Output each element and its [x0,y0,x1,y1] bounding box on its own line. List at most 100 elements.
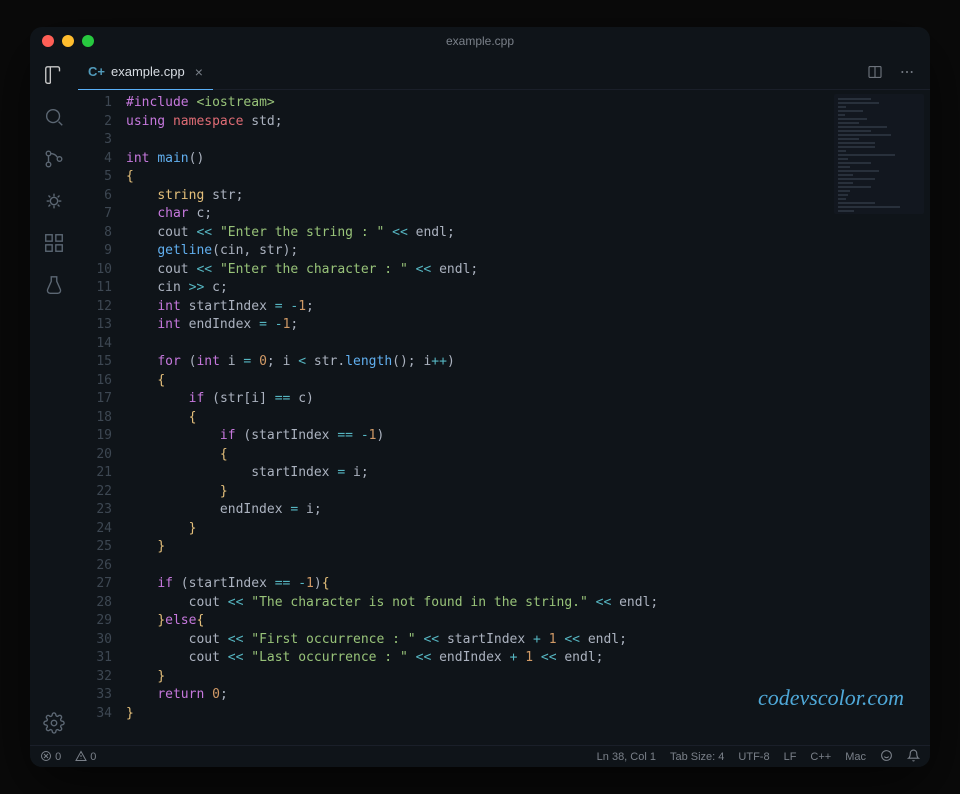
code-area[interactable]: 1234567891011121314151617181920212223242… [78,90,930,745]
titlebar: example.cpp [30,27,930,55]
line-number: 33 [78,686,112,705]
line-number: 24 [78,520,112,539]
line-number: 20 [78,446,112,465]
code-line[interactable]: { [126,372,930,391]
code-line[interactable] [126,557,930,576]
code-line[interactable]: char c; [126,205,930,224]
code-line[interactable]: { [126,446,930,465]
explorer-icon[interactable] [42,63,66,87]
code-line[interactable]: cout << "Enter the string : " << endl; [126,224,930,243]
code-line[interactable]: #include <iostream> [126,94,930,113]
search-icon[interactable] [42,105,66,129]
line-number: 3 [78,131,112,150]
cpp-file-icon: C+ [88,64,105,79]
maximize-window-button[interactable] [82,35,94,47]
line-number: 28 [78,594,112,613]
status-warnings[interactable]: 0 [75,750,96,763]
status-eol[interactable]: LF [784,751,797,763]
window-title: example.cpp [446,34,514,48]
code-line[interactable]: } [126,668,930,687]
code-line[interactable]: endIndex = i; [126,501,930,520]
line-number: 12 [78,298,112,317]
line-number: 17 [78,390,112,409]
watermark: codevscolor.com [758,685,904,711]
line-number: 18 [78,409,112,428]
code-line[interactable]: } [126,538,930,557]
line-number: 16 [78,372,112,391]
line-number: 31 [78,649,112,668]
code-line[interactable]: using namespace std; [126,113,930,132]
source-control-icon[interactable] [42,147,66,171]
status-feedback-icon[interactable] [880,749,893,765]
line-number: 6 [78,187,112,206]
close-window-button[interactable] [42,35,54,47]
minimap[interactable] [834,94,924,214]
line-number-gutter: 1234567891011121314151617181920212223242… [78,90,126,745]
minimize-window-button[interactable] [62,35,74,47]
editor-window: example.cpp [30,27,930,767]
code-line[interactable] [126,335,930,354]
line-number: 9 [78,242,112,261]
line-number: 26 [78,557,112,576]
code-line[interactable] [126,131,930,150]
more-actions-icon[interactable] [898,63,916,81]
line-number: 14 [78,335,112,354]
status-errors[interactable]: 0 [40,750,61,763]
code-line[interactable]: if (startIndex == -1){ [126,575,930,594]
code-line[interactable]: int main() [126,150,930,169]
status-encoding[interactable]: UTF-8 [738,751,769,763]
code-line[interactable]: cout << "First occurrence : " << startIn… [126,631,930,650]
line-number: 22 [78,483,112,502]
extensions-icon[interactable] [42,231,66,255]
line-number: 23 [78,501,112,520]
code-line[interactable]: if (startIndex == -1) [126,427,930,446]
line-number: 8 [78,224,112,243]
line-number: 11 [78,279,112,298]
code-line[interactable]: cin >> c; [126,279,930,298]
debug-icon[interactable] [42,189,66,213]
code-content[interactable]: #include <iostream>using namespace std; … [126,90,930,745]
editor-area: C+ example.cpp × 12345678910111213141516… [78,55,930,745]
code-line[interactable]: for (int i = 0; i < str.length(); i++) [126,353,930,372]
code-line[interactable]: int startIndex = -1; [126,298,930,317]
status-os[interactable]: Mac [845,751,866,763]
status-tab-size[interactable]: Tab Size: 4 [670,751,724,763]
split-editor-icon[interactable] [866,63,884,81]
testing-icon[interactable] [42,273,66,297]
code-line[interactable]: getline(cin, str); [126,242,930,261]
line-number: 7 [78,205,112,224]
status-notifications-icon[interactable] [907,749,920,765]
code-line[interactable]: startIndex = i; [126,464,930,483]
main-area: C+ example.cpp × 12345678910111213141516… [30,55,930,745]
line-number: 2 [78,113,112,132]
code-line[interactable]: cout << "Enter the character : " << endl… [126,261,930,280]
line-number: 15 [78,353,112,372]
tab-example-cpp[interactable]: C+ example.cpp × [78,55,213,90]
line-number: 32 [78,668,112,687]
status-cursor-position[interactable]: Ln 38, Col 1 [597,751,656,763]
code-line[interactable]: cout << "The character is not found in t… [126,594,930,613]
code-line[interactable]: cout << "Last occurrence : " << endIndex… [126,649,930,668]
line-number: 5 [78,168,112,187]
line-number: 1 [78,94,112,113]
activity-bar [30,55,78,745]
close-tab-icon[interactable]: × [195,64,203,80]
code-line[interactable]: string str; [126,187,930,206]
line-number: 29 [78,612,112,631]
line-number: 30 [78,631,112,650]
line-number: 25 [78,538,112,557]
code-line[interactable]: } [126,483,930,502]
code-line[interactable]: } [126,520,930,539]
line-number: 10 [78,261,112,280]
line-number: 34 [78,705,112,724]
code-line[interactable]: if (str[i] == c) [126,390,930,409]
code-line[interactable]: { [126,168,930,187]
status-language[interactable]: C++ [810,751,831,763]
code-line[interactable]: int endIndex = -1; [126,316,930,335]
line-number: 13 [78,316,112,335]
tab-filename: example.cpp [111,64,185,79]
code-line[interactable]: }else{ [126,612,930,631]
settings-gear-icon[interactable] [42,711,66,735]
code-line[interactable]: { [126,409,930,428]
line-number: 19 [78,427,112,446]
